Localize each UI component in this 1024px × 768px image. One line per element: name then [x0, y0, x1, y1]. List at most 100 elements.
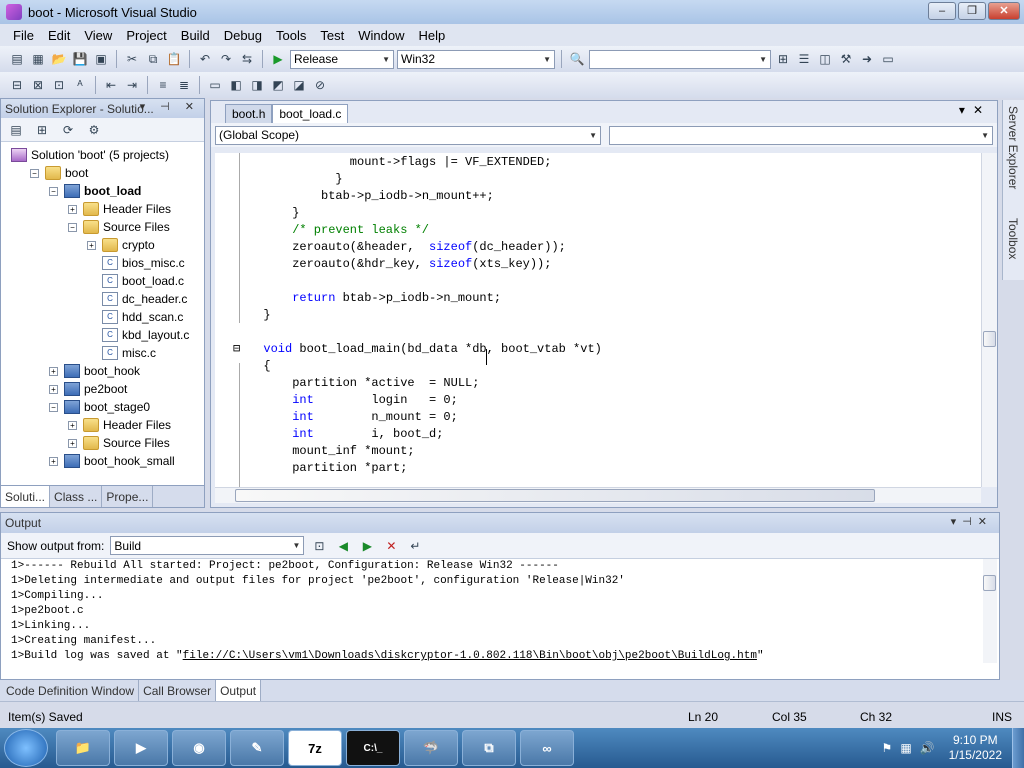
tree-node[interactable]: + Source Files [68, 434, 170, 452]
comment-icon[interactable]: ≡ [154, 76, 172, 94]
expand-icon[interactable]: + [49, 366, 58, 376]
platform-select[interactable]: Win32 ▼ [397, 49, 555, 69]
chrome-taskbar-icon[interactable]: ◉ [172, 730, 226, 766]
build-log-link[interactable]: file://C:\Users\vm1\Downloads\diskcrypto… [183, 650, 757, 662]
menu-project[interactable]: Project [119, 28, 173, 43]
tab-boot-load-c[interactable]: boot_load.c [272, 104, 349, 123]
tab-solution-explorer[interactable]: Soluti... [1, 486, 51, 507]
increase-indent-icon[interactable]: ⇥ [123, 76, 141, 94]
prev-bookmark-icon[interactable]: ◧ [227, 76, 245, 94]
next-bookmark-folder-icon[interactable]: ◪ [290, 76, 308, 94]
properties-icon[interactable]: ▤ [7, 121, 25, 139]
pane-buttons[interactable]: ▾⊣✕ [951, 515, 993, 528]
tree-node[interactable]: Cbios_misc.c [87, 254, 185, 272]
complete-word-icon[interactable]: ᴬ [71, 76, 89, 94]
bookmark-icon[interactable]: ▭ [206, 76, 224, 94]
document-window-buttons[interactable]: ▾✕ [959, 103, 991, 117]
output-vertical-scrollbar[interactable] [983, 559, 997, 663]
code-text-area[interactable]: mount->flags |= VF_EXTENDED;} btab->p_iod… [215, 153, 981, 487]
start-button[interactable] [4, 729, 48, 767]
clear-all-icon[interactable]: ✕ [382, 537, 400, 555]
find-combo[interactable]: ▼ [589, 49, 771, 69]
expand-icon[interactable]: + [87, 240, 96, 250]
uncomment-icon[interactable]: ≣ [175, 76, 193, 94]
explorer-taskbar-icon[interactable]: 📁 [56, 730, 110, 766]
tab-property-manager[interactable]: Prope... [102, 486, 154, 507]
menu-debug[interactable]: Debug [217, 28, 269, 43]
prev-bookmark-folder-icon[interactable]: ◩ [269, 76, 287, 94]
next-message-icon[interactable]: ▶ [358, 537, 376, 555]
scroll-thumb[interactable] [983, 331, 996, 347]
editor-vertical-scrollbar[interactable] [981, 153, 997, 487]
visual-studio-taskbar-icon[interactable]: ∞ [520, 730, 574, 766]
menu-build[interactable]: Build [174, 28, 217, 43]
menu-window[interactable]: Window [351, 28, 411, 43]
close-button[interactable]: ✕ [988, 2, 1020, 20]
parameter-info-icon[interactable]: ⊠ [29, 76, 47, 94]
scroll-thumb[interactable] [235, 489, 875, 502]
tree-node[interactable]: Cmisc.c [87, 344, 156, 362]
tree-node[interactable]: Cboot_load.c [87, 272, 184, 290]
collapse-icon[interactable]: − [49, 402, 58, 412]
tab-code-definition-window[interactable]: Code Definition Window [2, 680, 140, 701]
maximize-button[interactable]: ❐ [958, 2, 986, 20]
tree-node[interactable]: + boot_hook_small [49, 452, 175, 470]
menu-test[interactable]: Test [313, 28, 351, 43]
show-all-files-icon[interactable]: ⊞ [33, 121, 51, 139]
tree-node[interactable]: Solution 'boot' (5 projects) [11, 146, 169, 164]
paste-icon[interactable]: 📋 [165, 50, 183, 68]
open-folder-icon[interactable]: 📂 [50, 50, 68, 68]
save-icon[interactable]: 💾 [71, 50, 89, 68]
tree-node[interactable]: − boot_stage0 [49, 398, 150, 416]
tab-call-browser[interactable]: Call Browser [139, 680, 217, 701]
expand-icon[interactable]: + [49, 384, 58, 394]
collapse-region-icon[interactable]: ⊟ [233, 341, 240, 358]
next-bookmark-icon[interactable]: ◨ [248, 76, 266, 94]
save-all-icon[interactable]: ▣ [92, 50, 110, 68]
cut-icon[interactable]: ✂ [123, 50, 141, 68]
tree-node[interactable]: + pe2boot [49, 380, 127, 398]
network-taskbar-icon[interactable]: ⧉ [462, 730, 516, 766]
member-select[interactable]: ▼ [609, 125, 993, 145]
output-source-select[interactable]: Build ▼ [110, 536, 305, 555]
list-members-icon[interactable]: ⊟ [8, 76, 26, 94]
output-text[interactable]: 1>------ Rebuild All started: Project: p… [11, 559, 981, 663]
navigate-icon[interactable]: ⇆ [238, 50, 256, 68]
expand-icon[interactable]: + [68, 420, 77, 430]
tree-node[interactable]: Chdd_scan.c [87, 308, 183, 326]
menu-view[interactable]: View [77, 28, 119, 43]
solution-explorer-icon[interactable]: ⊞ [774, 50, 792, 68]
menu-edit[interactable]: Edit [41, 28, 77, 43]
collapse-icon[interactable]: − [49, 186, 58, 196]
tab-class-view[interactable]: Class ... [50, 486, 103, 507]
previous-message-icon[interactable]: ◀ [334, 537, 352, 555]
command-window-icon[interactable]: ▭ [879, 50, 897, 68]
tree-node[interactable]: − boot [30, 164, 88, 182]
start-page-icon[interactable]: ➜ [858, 50, 876, 68]
scope-select[interactable]: (Global Scope) ▼ [215, 125, 601, 145]
menu-file[interactable]: File [6, 28, 41, 43]
find-message-icon[interactable]: ⊡ [310, 537, 328, 555]
start-debugging-icon[interactable]: ▶ [269, 50, 287, 68]
cmd-taskbar-icon[interactable]: C:\_ [346, 730, 400, 766]
decrease-indent-icon[interactable]: ⇤ [102, 76, 120, 94]
tree-node[interactable]: + crypto [87, 236, 155, 254]
minimize-button[interactable]: – [928, 2, 956, 20]
tree-node[interactable]: + boot_hook [49, 362, 140, 380]
show-desktop-button[interactable] [1012, 728, 1024, 768]
tab-boot-h[interactable]: boot.h [225, 104, 273, 123]
collapse-icon[interactable]: − [68, 222, 77, 232]
pane-buttons[interactable]: ▾ ⊣ ✕ [140, 100, 200, 113]
toolbox-icon[interactable]: ⚒ [837, 50, 855, 68]
notepad-taskbar-icon[interactable]: ✎ [230, 730, 284, 766]
clock[interactable]: 9:10 PM 1/15/2022 [949, 733, 1002, 763]
undo-icon[interactable]: ↶ [196, 50, 214, 68]
object-browser-icon[interactable]: ◫ [816, 50, 834, 68]
configuration-select[interactable]: Release ▼ [290, 49, 394, 69]
properties-icon[interactable]: ☰ [795, 50, 813, 68]
add-item-icon[interactable]: ▦ [29, 50, 47, 68]
tree-node[interactable]: + Header Files [68, 416, 171, 434]
expand-icon[interactable]: + [68, 438, 77, 448]
tree-node[interactable]: − Source Files [68, 218, 170, 236]
action-center-icon[interactable]: ⚑ [882, 741, 893, 755]
